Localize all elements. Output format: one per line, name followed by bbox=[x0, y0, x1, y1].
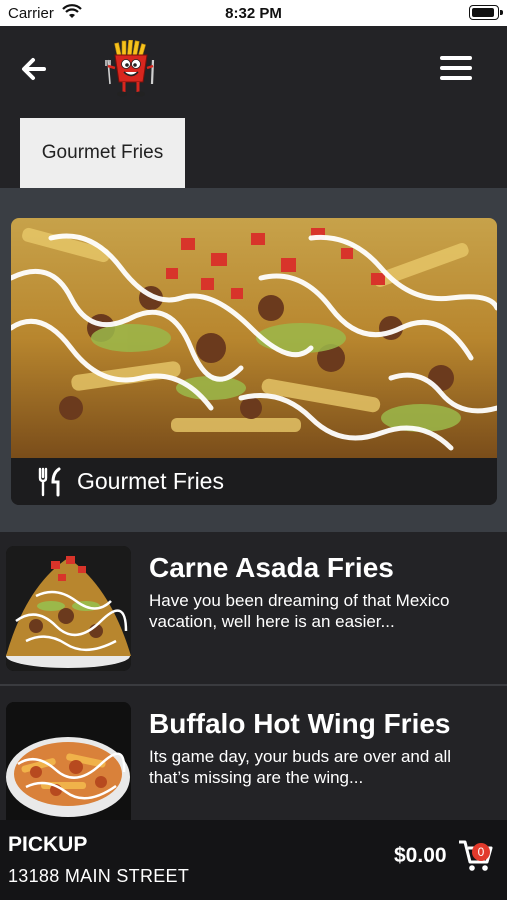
clock: 8:32 PM bbox=[225, 5, 282, 22]
item-thumbnail bbox=[6, 546, 131, 671]
back-button[interactable] bbox=[18, 54, 52, 84]
nav-bar bbox=[0, 26, 507, 116]
item-thumbnail bbox=[6, 702, 131, 827]
item-description: Have you been dreaming of that Mexico va… bbox=[149, 591, 450, 631]
gourmet-fries-photo bbox=[11, 218, 497, 458]
battery-icon bbox=[469, 5, 503, 20]
list-item-buffalo-hot-wing-fries[interactable]: Buffalo Hot Wing Fries Its game day, you… bbox=[0, 688, 507, 842]
status-bar: Carrier 8:32 PM bbox=[0, 0, 507, 26]
hero-caption: Gourmet Fries bbox=[11, 458, 497, 505]
hero-category-card[interactable]: Gourmet Fries bbox=[11, 218, 497, 505]
fries-mascot-logo[interactable] bbox=[102, 40, 160, 98]
item-title: Buffalo Hot Wing Fries bbox=[149, 708, 451, 739]
tab-gourmet-fries[interactable]: Gourmet Fries bbox=[20, 118, 185, 188]
order-footer: PICKUP 13188 MAIN STREET $0.00 0 bbox=[0, 820, 507, 900]
hero-section: Gourmet Fries bbox=[0, 188, 507, 532]
fork-knife-icon bbox=[38, 467, 61, 496]
carne-asada-fries-photo bbox=[6, 546, 131, 671]
item-title: Carne Asada Fries bbox=[149, 552, 394, 583]
cart-count-badge: 0 bbox=[472, 843, 490, 861]
category-tabs: Gourmet Fries bbox=[0, 116, 507, 188]
buffalo-hot-wing-fries-photo bbox=[6, 702, 131, 827]
cart-button[interactable]: 0 bbox=[458, 838, 494, 872]
arrow-left-icon bbox=[22, 58, 46, 80]
list-item-carne-asada-fries[interactable]: Carne Asada Fries Have you been dreaming… bbox=[0, 532, 507, 686]
pickup-address[interactable]: 13188 MAIN STREET bbox=[8, 866, 189, 887]
order-mode-label[interactable]: PICKUP bbox=[8, 833, 87, 857]
hamburger-menu-icon[interactable] bbox=[440, 56, 472, 84]
cart-total: $0.00 bbox=[394, 844, 447, 867]
hero-caption-label: Gourmet Fries bbox=[77, 468, 224, 494]
item-description: Its game day, your buds are over and all… bbox=[149, 747, 452, 787]
